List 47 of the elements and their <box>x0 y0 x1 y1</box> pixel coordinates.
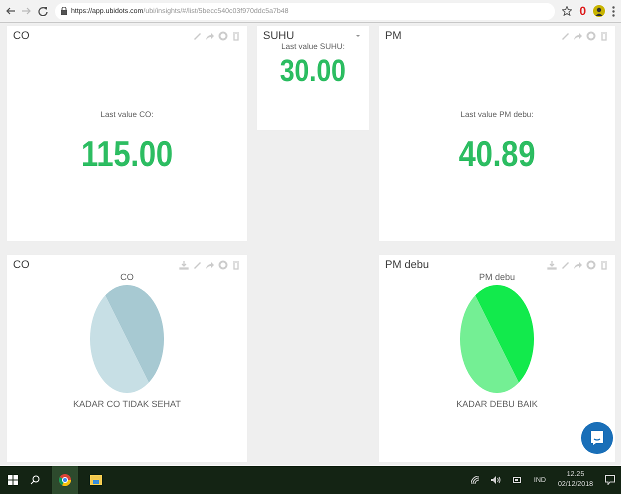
widget-title: PM <box>385 30 402 42</box>
metric-value: 115.00 <box>81 133 173 175</box>
value-caption: Last value CO: <box>100 110 154 119</box>
browser-taskbar-button[interactable] <box>52 466 78 494</box>
value-caption: Last value PM debu: <box>460 110 534 119</box>
widget-title: PM debu <box>385 259 430 271</box>
pencil-icon[interactable] <box>560 31 570 41</box>
trash-icon[interactable] <box>599 260 609 270</box>
widget-title: CO <box>13 259 30 271</box>
chat-icon <box>590 430 604 446</box>
windows-icon[interactable] <box>8 475 18 485</box>
avatar-icon[interactable] <box>593 5 605 17</box>
menu-icon[interactable] <box>612 6 615 16</box>
pencil-icon[interactable] <box>192 31 202 41</box>
chart-title: CO <box>120 272 134 282</box>
network-icon[interactable] <box>470 476 479 484</box>
widget-title: SUHU <box>263 30 294 42</box>
lock-icon <box>61 7 67 15</box>
metric-value: 40.89 <box>458 133 536 175</box>
extension-badge[interactable]: 0 <box>579 4 586 18</box>
trash-icon[interactable] <box>231 31 241 41</box>
value-caption: Last value SUHU: <box>281 42 345 51</box>
chart-title: PM debu <box>478 272 516 282</box>
share-icon[interactable] <box>573 31 583 41</box>
widget-title: CO <box>13 30 30 42</box>
share-icon[interactable] <box>205 260 215 270</box>
pencil-icon[interactable] <box>192 260 202 270</box>
chart-legend: KADAR DEBU BAIK <box>456 399 538 409</box>
star-icon[interactable] <box>562 6 572 16</box>
trash-icon[interactable] <box>231 260 241 270</box>
browser-icon <box>59 474 71 486</box>
back-icon[interactable] <box>6 7 15 15</box>
metric-value: 30.00 <box>280 53 346 89</box>
folder-icon[interactable] <box>90 475 102 485</box>
forward-icon[interactable] <box>22 7 31 15</box>
battery-icon[interactable] <box>512 477 522 483</box>
notification-icon[interactable] <box>605 475 615 485</box>
trash-icon[interactable] <box>599 31 609 41</box>
reload-icon[interactable] <box>38 6 48 16</box>
pencil-icon[interactable] <box>560 260 570 270</box>
search-icon[interactable] <box>30 475 40 485</box>
share-icon[interactable] <box>573 260 583 270</box>
chart-legend: KADAR CO TIDAK SEHAT <box>73 399 181 409</box>
volume-icon[interactable] <box>490 476 501 484</box>
download-icon[interactable] <box>547 260 557 270</box>
share-icon[interactable] <box>205 31 215 41</box>
download-icon[interactable] <box>179 260 189 270</box>
